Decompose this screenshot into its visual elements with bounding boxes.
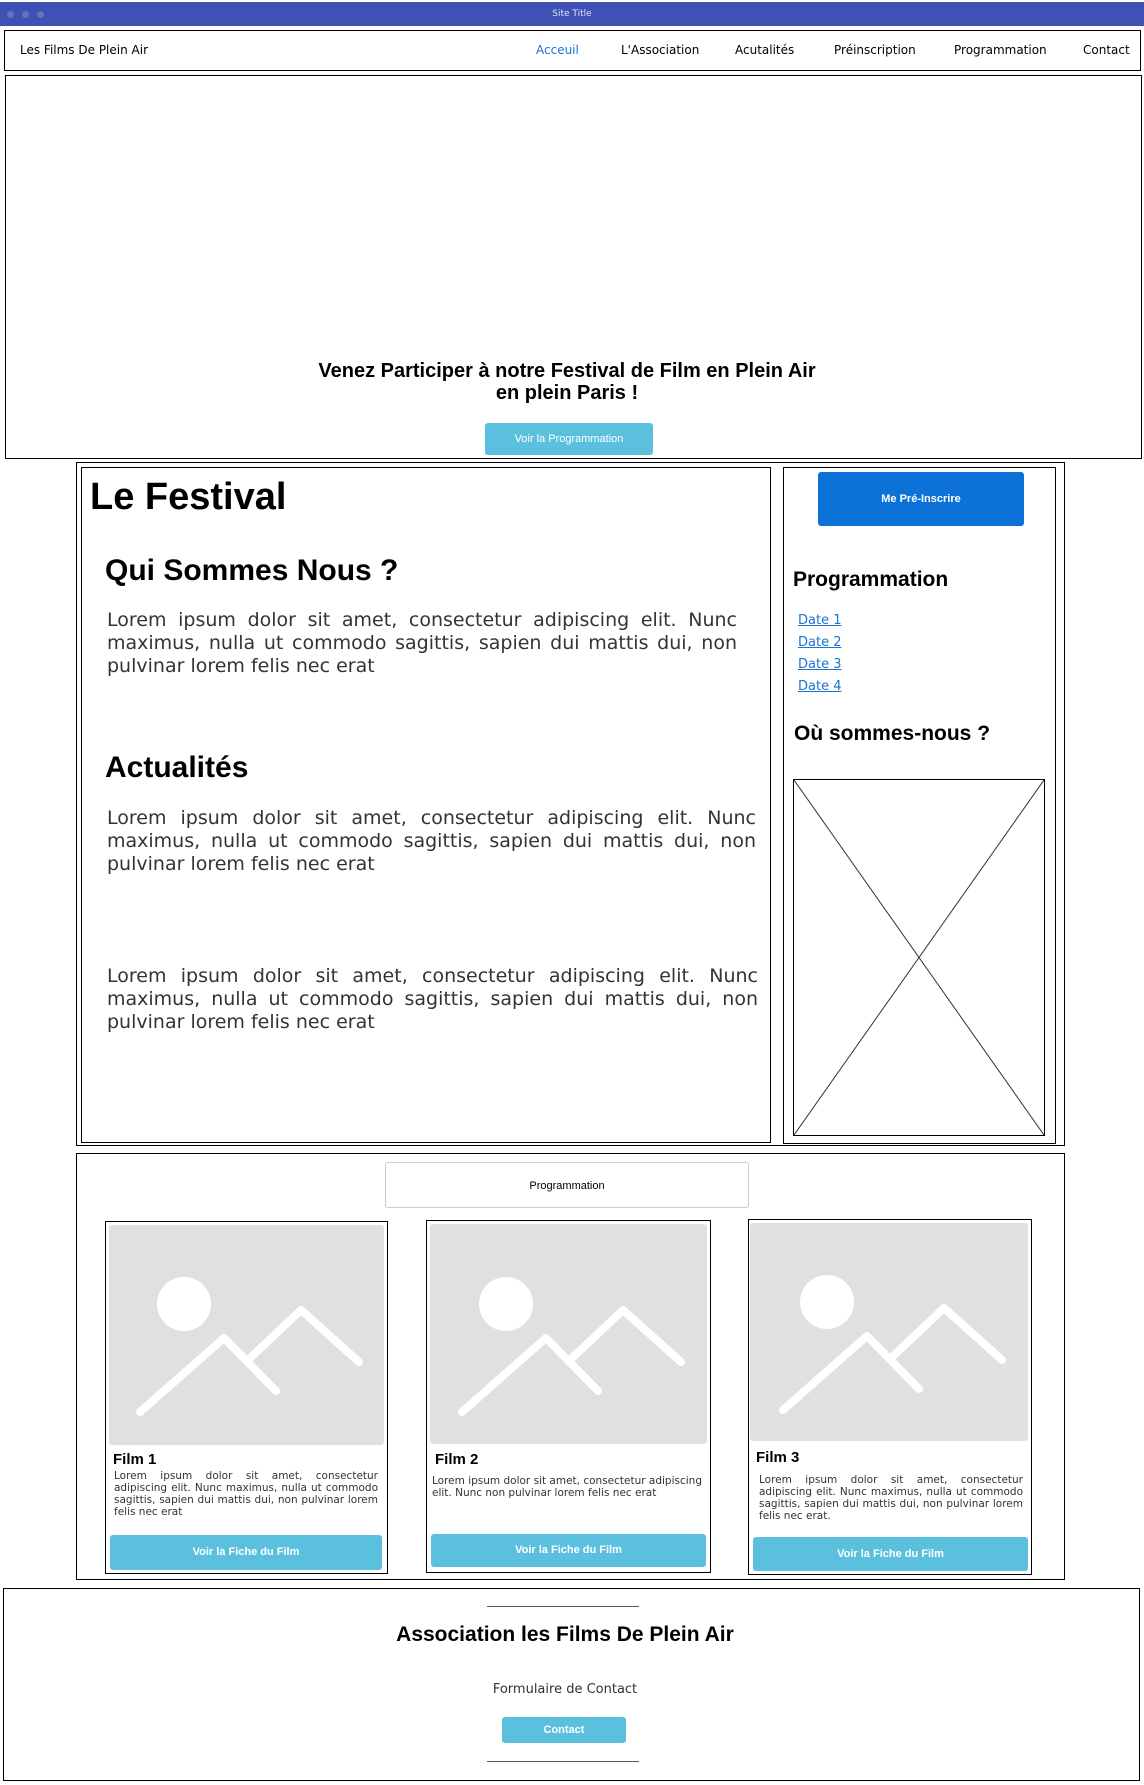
news-text: Lorem ipsum dolor sit amet, consectetur … bbox=[107, 807, 756, 875]
programmation-title: Programmation bbox=[385, 1162, 749, 1208]
film-title: Film 3 bbox=[756, 1449, 800, 1466]
view-film-button[interactable]: Voir la Fiche du Film bbox=[110, 1535, 382, 1570]
hero-headline-line1: Venez Participer à notre Festival de Fil… bbox=[318, 360, 816, 382]
window-titlebar: Site Title bbox=[0, 2, 1144, 26]
nav-link-programmation[interactable]: Programmation bbox=[954, 31, 1047, 70]
footer-organization: Association les Films De Plein Air bbox=[396, 1623, 734, 1646]
view-film-button[interactable]: Voir la Fiche du Film bbox=[431, 1534, 706, 1567]
see-programmation-button[interactable]: Voir la Programmation bbox=[485, 423, 653, 455]
festival-content: Le Festival Qui Sommes Nous ? Lorem ipsu… bbox=[81, 467, 771, 1143]
film-title: Film 2 bbox=[435, 1451, 479, 1468]
nav-link-actualites[interactable]: Acutalités bbox=[735, 31, 794, 70]
image-placeholder-icon bbox=[430, 1224, 707, 1444]
festival-title: Le Festival bbox=[90, 476, 287, 518]
site-brand[interactable]: Les Films De Plein Air bbox=[20, 31, 148, 70]
hero-headline: Venez Participer à notre Festival de Fil… bbox=[6, 360, 1128, 404]
date-link-2[interactable]: Date 2 bbox=[798, 635, 841, 650]
nav-link-contact[interactable]: Contact bbox=[1083, 31, 1130, 70]
film-title: Film 1 bbox=[113, 1451, 157, 1468]
footer-divider-top bbox=[487, 1606, 639, 1607]
sidebar-programmation-heading: Programmation bbox=[793, 568, 949, 591]
hero-section: Venez Participer à notre Festival de Fil… bbox=[5, 75, 1142, 459]
location-heading: Où sommes-nous ? bbox=[794, 722, 991, 745]
extra-text: Lorem ipsum dolor sit amet, consectetur … bbox=[107, 965, 758, 1033]
sidebar: Me Pré-Inscrire Programmation Date 1 Dat… bbox=[783, 467, 1056, 1144]
news-heading: Actualités bbox=[105, 751, 249, 784]
film-card-2: Film 2 Lorem ipsum dolor sit amet, conse… bbox=[426, 1220, 711, 1573]
nav-link-preinscription[interactable]: Préinscription bbox=[834, 31, 916, 70]
view-film-button[interactable]: Voir la Fiche du Film bbox=[753, 1537, 1028, 1571]
footer-divider-bottom bbox=[487, 1761, 639, 1762]
film-description: Lorem ipsum dolor sit amet, consectetur … bbox=[114, 1470, 378, 1518]
nav-link-association[interactable]: L'Association bbox=[621, 31, 699, 70]
film-description: Lorem ipsum dolor sit amet, consectetur … bbox=[759, 1474, 1023, 1522]
footer: Association les Films De Plein Air Formu… bbox=[3, 1588, 1140, 1781]
navbar: Les Films De Plein Air Acceuil L'Associa… bbox=[4, 30, 1141, 71]
date-link-4[interactable]: Date 4 bbox=[798, 679, 841, 694]
film-card-3: Film 3 Lorem ipsum dolor sit amet, conse… bbox=[748, 1219, 1032, 1575]
nav-link-acceuil[interactable]: Acceuil bbox=[536, 31, 579, 70]
date-link-1[interactable]: Date 1 bbox=[798, 613, 841, 628]
contact-button[interactable]: Contact bbox=[502, 1717, 626, 1743]
image-placeholder-icon bbox=[750, 1223, 1028, 1441]
about-text: Lorem ipsum dolor sit amet, consectetur … bbox=[107, 609, 737, 677]
about-heading: Qui Sommes Nous ? bbox=[105, 554, 399, 587]
hero-headline-line2: en plein Paris ! bbox=[495, 382, 639, 404]
film-card-1: Film 1 Lorem ipsum dolor sit amet, conse… bbox=[105, 1221, 388, 1574]
contact-form-label[interactable]: Formulaire de Contact bbox=[4, 1682, 1126, 1697]
map-placeholder-icon bbox=[793, 779, 1045, 1136]
date-link-3[interactable]: Date 3 bbox=[798, 657, 841, 672]
film-description: Lorem ipsum dolor sit amet, consectetur … bbox=[432, 1475, 702, 1499]
image-placeholder-icon bbox=[109, 1225, 384, 1445]
window-title: Site Title bbox=[552, 9, 592, 19]
preregister-button[interactable]: Me Pré-Inscrire bbox=[818, 472, 1024, 526]
